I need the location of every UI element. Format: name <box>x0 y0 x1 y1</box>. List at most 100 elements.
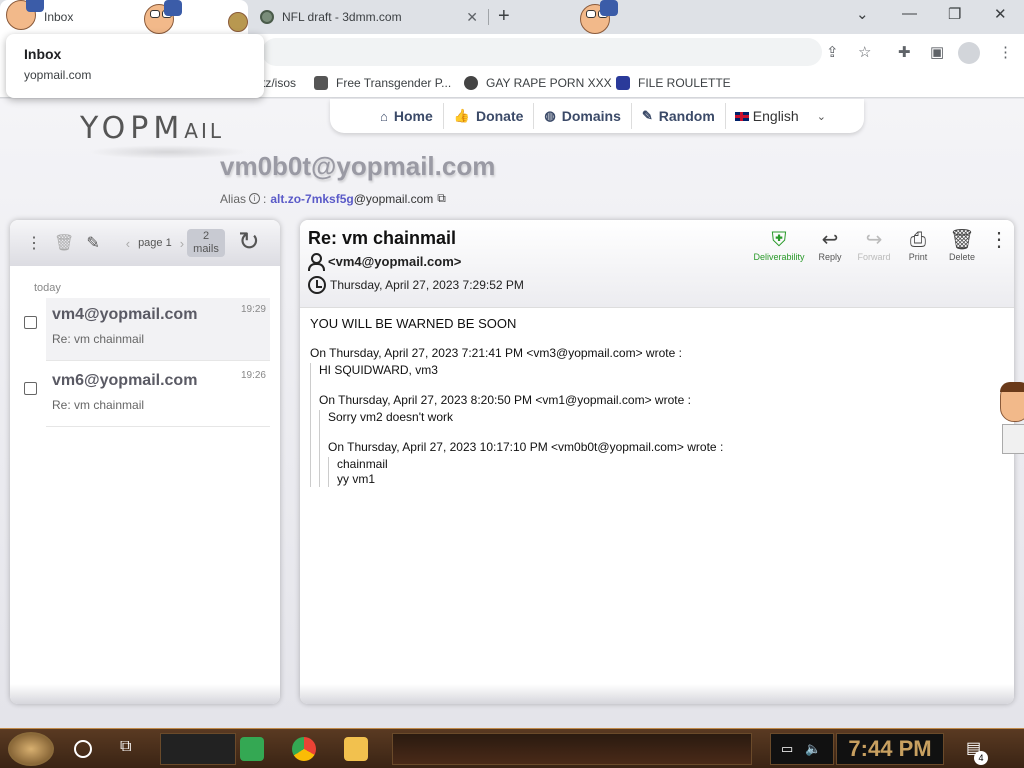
tab-nfl-draft[interactable]: NFL draft - 3dmm.com ✕ <box>252 0 488 34</box>
uk-flag-icon <box>733 110 750 122</box>
mail-checkbox[interactable] <box>24 382 37 395</box>
deliverability-button[interactable]: ⛨ Deliverability <box>750 228 808 262</box>
new-tab-button[interactable]: + <box>498 5 510 28</box>
info-icon[interactable]: i <box>249 193 261 204</box>
alias-value[interactable]: alt.zo-7mksf5g <box>270 192 353 206</box>
message-sender: <vm4@yopmail.com> <box>308 253 461 271</box>
minimize-icon[interactable]: — <box>902 5 917 22</box>
share-icon[interactable]: ⇪ <box>826 43 839 61</box>
notes-app-icon[interactable] <box>240 737 264 761</box>
reply-button[interactable]: ↩ Reply <box>808 228 852 262</box>
tab-search-icon[interactable]: ⌄ <box>856 5 869 23</box>
nav-home[interactable]: ⌂ Home <box>370 103 444 129</box>
search-icon[interactable] <box>74 740 92 758</box>
person-icon <box>308 253 325 271</box>
bookmark-item[interactable]: FILE ROULETTE <box>616 76 731 90</box>
panel-footer <box>300 684 1014 704</box>
bookmark-star-icon[interactable]: ☆ <box>858 43 871 61</box>
copy-icon[interactable]: ⧉ <box>437 191 446 206</box>
address-bar[interactable] <box>262 38 822 66</box>
reply-icon: ↩ <box>821 229 839 251</box>
taskbar-slot <box>160 733 236 765</box>
close-tab-icon[interactable]: ✕ <box>466 9 478 26</box>
close-window-icon[interactable]: ✕ <box>994 5 1007 23</box>
delete-button[interactable]: 🗑 Delete <box>940 228 984 262</box>
refresh-icon[interactable]: ↻ <box>238 226 260 257</box>
taskbar: ⧉ ▭ 🔈 7:44 PM ▤ 4 <box>0 728 1024 768</box>
tab-hover-card: Inbox yopmail.com <box>6 34 264 98</box>
message-panel: Re: vm chainmail <vm4@yopmail.com> Thurs… <box>300 220 1014 704</box>
forward-button[interactable]: ↪ Forward <box>852 228 896 262</box>
mail-checkbox[interactable] <box>24 316 37 329</box>
compose-icon[interactable]: ✎ <box>86 233 99 253</box>
mail-sender: vm4@yopmail.com <box>52 306 198 323</box>
quote-block: chainmail yy vm1 <box>328 457 1004 487</box>
language-select[interactable]: English ⌄ <box>726 108 826 124</box>
body-lead: YOU WILL BE WARNED BE SOON <box>310 316 517 331</box>
bookmark-item[interactable]: tz/isos <box>262 76 296 90</box>
network-icon[interactable]: ▭ <box>781 741 793 757</box>
quote-header: On Thursday, April 27, 2023 8:20:50 PM <… <box>319 393 691 407</box>
magic-wand-icon: ✎ <box>641 108 653 123</box>
hover-card-url: yopmail.com <box>24 68 92 82</box>
print-button[interactable]: ⎙ Print <box>896 228 940 262</box>
globe-icon: ◍ <box>544 108 556 123</box>
profile-avatar[interactable] <box>958 42 980 64</box>
nav-random[interactable]: ✎ Random <box>632 103 726 129</box>
task-view-icon[interactable]: ⧉ <box>120 738 131 756</box>
thumbs-up-icon: 👍 <box>453 108 470 123</box>
quote-text: HI SQUIDWARD, vm3 <box>319 363 438 377</box>
message-date: Thursday, April 27, 2023 7:29:52 PM <box>308 276 524 294</box>
clock-icon <box>308 276 326 294</box>
side-panel-icon[interactable]: ▣ <box>930 43 944 61</box>
message-actions: ⛨ Deliverability ↩ Reply ↪ Forward ⎙ Print 🗑… <box>750 228 1014 262</box>
mail-count-badge: 2 mails <box>187 229 225 257</box>
nav-domains[interactable]: ◍ Domains <box>534 103 632 129</box>
site-favicon-icon <box>260 10 274 24</box>
quote-block: HI SQUIDWARD, vm3 On Thursday, April 27,… <box>310 363 1004 487</box>
taskbar-decoration <box>392 733 752 765</box>
chevron-left-icon[interactable]: ‹ <box>126 236 130 251</box>
cartoon-sticker <box>0 0 48 36</box>
file-explorer-icon[interactable] <box>344 737 368 761</box>
panel-footer <box>10 684 280 704</box>
hover-card-title: Inbox <box>24 46 62 62</box>
day-group-label: today <box>34 282 61 294</box>
taskbar-clock[interactable]: 7:44 PM <box>836 733 944 765</box>
nav-donate[interactable]: 👍 Donate <box>444 103 535 129</box>
chevron-right-icon[interactable]: › <box>180 236 184 251</box>
tab-divider <box>488 9 489 25</box>
mail-time: 19:26 <box>240 370 266 381</box>
bookmark-item[interactable]: GAY RAPE PORN XXX <box>464 76 612 90</box>
bookmark-item[interactable]: Free Transgender P... <box>314 76 451 90</box>
tab-title: NFL draft - 3dmm.com <box>282 10 402 24</box>
message-subject: Re: vm chainmail <box>308 228 457 248</box>
tab-title: Inbox <box>44 10 74 24</box>
trash-icon: 🗑 <box>949 229 975 251</box>
yopmail-logo[interactable]: YOPMAIL <box>80 111 224 146</box>
restore-icon[interactable]: ❐ <box>948 5 961 23</box>
volume-muted-icon[interactable]: 🔈 <box>805 741 821 757</box>
mail-list-item[interactable]: vm4@yopmail.com 19:29 Re: vm chainmail <box>10 298 280 361</box>
start-button[interactable] <box>8 732 54 766</box>
chevron-down-icon: ⌄ <box>816 110 826 123</box>
chrome-icon[interactable] <box>292 737 316 761</box>
pager: ‹ page 1 › <box>118 236 192 251</box>
trash-icon[interactable]: 🗑 <box>54 233 74 253</box>
message-header: Re: vm chainmail <vm4@yopmail.com> Thurs… <box>300 220 1014 308</box>
mailbox-address: vm0b0t@yopmail.com <box>220 151 496 181</box>
cartoon-sticker <box>996 382 1024 462</box>
home-icon: ⌂ <box>380 108 388 124</box>
more-options-icon[interactable]: ⋮ <box>26 233 42 253</box>
more-options-button[interactable]: ⋮ <box>984 228 1014 262</box>
bookmark-favicon-icon <box>616 76 630 90</box>
alias-label: Alias <box>220 191 247 206</box>
more-options-icon: ⋮ <box>989 229 1009 251</box>
page-label: page 1 <box>138 237 172 249</box>
mail-list-item[interactable]: vm6@yopmail.com 19:26 Re: vm chainmail <box>10 364 280 427</box>
quote-header: On Thursday, April 27, 2023 10:17:10 PM … <box>328 440 724 454</box>
top-nav: ⌂ Home 👍 Donate ◍ Domains ✎ Random English ⌄ <box>330 99 864 133</box>
menu-icon[interactable]: ⋮ <box>998 43 1013 61</box>
extensions-icon[interactable]: ✚ <box>898 43 911 61</box>
mail-sender: vm6@yopmail.com <box>52 372 198 389</box>
